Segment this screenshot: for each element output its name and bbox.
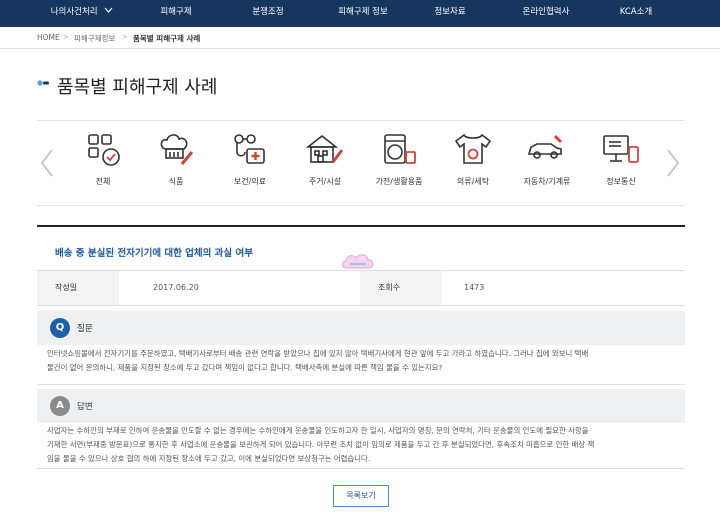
nav-item-label: 피해구제 정보 xyxy=(338,7,388,17)
views-value: 1473 xyxy=(464,283,485,292)
house-icon xyxy=(305,134,344,163)
category-clothing[interactable]: 의류/세탁 xyxy=(440,132,506,187)
nav-item-resources[interactable]: 정보자료 xyxy=(420,0,480,27)
chef-hat-icon xyxy=(160,134,194,165)
washing-machine-icon xyxy=(384,134,416,164)
date-value: 2017.06.20 xyxy=(153,283,199,292)
nav-item-label: 분쟁조정 xyxy=(252,7,284,17)
category-health[interactable]: 보건/의료 xyxy=(217,132,283,187)
date-label: 작성일 xyxy=(37,271,119,305)
nav-item-label: 온라인협력사 xyxy=(522,7,570,17)
question-text-line: 물건이 없어 문의하니, 제품을 지정된 장소에 두고 갔다며 책임이 없다고 … xyxy=(47,363,443,372)
answer-label: 답변 xyxy=(77,402,93,412)
breadcrumb-parent[interactable]: 피해구제정보 xyxy=(74,33,115,44)
nav-item-mediation[interactable]: 분쟁조정 xyxy=(240,0,296,27)
question-badge: Q xyxy=(50,318,70,338)
nav-item-label: 정보자료 xyxy=(434,7,466,17)
cloud-sticker-icon xyxy=(341,254,374,269)
question-header: Q 질문 xyxy=(37,311,685,345)
category-food[interactable]: 식품 xyxy=(143,132,209,187)
category-label: 정보통신 xyxy=(606,177,636,186)
category-label: 주거/시설 xyxy=(308,177,342,186)
medical-kit-icon xyxy=(234,134,265,164)
answer-text-line: 사업자는 수하인의 부재로 인하여 운송물을 인도할 수 없는 경우에는 수하인… xyxy=(47,426,589,435)
category-label: 보건/의료 xyxy=(233,177,267,186)
category-label: 식품 xyxy=(168,177,184,186)
category-label: 자동차/기계류 xyxy=(523,177,571,186)
nav-item-about-kca[interactable]: KCA소개 xyxy=(606,0,666,27)
nav-item-online-partners[interactable]: 온라인협력사 xyxy=(508,0,584,27)
nav-item-my-case[interactable]: 나의사건처리 xyxy=(42,0,122,27)
breadcrumb-separator: > xyxy=(63,33,69,41)
monitor-phone-icon xyxy=(603,135,639,163)
answer-badge: A xyxy=(50,396,70,416)
nav-item-label: 피해구제 xyxy=(160,7,192,17)
category-appliances[interactable]: 가전/생활용품 xyxy=(366,132,432,187)
post-title: 배송 중 분실된 전자기기에 대한 업체의 과실 여부 xyxy=(55,248,253,259)
divider xyxy=(37,468,685,469)
question-label: 질문 xyxy=(77,324,93,334)
answer-header: A 답변 xyxy=(37,389,685,423)
category-all[interactable]: 전체 xyxy=(70,132,136,187)
chevron-left-icon[interactable] xyxy=(40,148,54,178)
views-label: 조회수 xyxy=(360,271,442,305)
page-title: 품목별 피해구제 사례 xyxy=(57,77,218,98)
top-navigation-bar: 나의사건처리 피해구제 분쟁조정 피해구제 정보 정보자료 온라인협력사 KCA… xyxy=(0,0,720,27)
answer-text-line: 기재한 서면(부재중 방문표)으로 통지한 후 사업소에 운송물을 보관하게 되… xyxy=(47,440,595,449)
breadcrumb-current: 품목별 피해구제 사례 xyxy=(133,34,201,43)
breadcrumb-separator: > xyxy=(122,33,128,41)
chevron-down-icon xyxy=(104,7,113,13)
category-housing[interactable]: 주거/시설 xyxy=(292,132,358,187)
post-meta: 작성일 2017.06.20 조회수 1473 xyxy=(37,270,685,306)
question-text-line: 인터넷쇼핑몰에서 전자기기를 주문하였고, 택배기사로부터 배송 관련 연락을 … xyxy=(47,349,589,358)
nav-item-label: KCA소개 xyxy=(619,7,653,17)
car-wrench-icon xyxy=(527,134,563,159)
breadcrumb-home[interactable]: HOME xyxy=(37,33,60,42)
breadcrumb: HOME > 피해구제정보 > 품목별 피해구제 사례 xyxy=(0,27,720,49)
grid-check-icon xyxy=(88,134,120,166)
category-ict[interactable]: 정보통신 xyxy=(588,132,654,187)
title-bullet-icon xyxy=(37,80,49,86)
nav-item-label: 나의사건처리 xyxy=(50,7,98,17)
chevron-right-icon[interactable] xyxy=(666,148,680,178)
category-label: 의류/세탁 xyxy=(456,177,490,186)
category-vehicles[interactable]: 자동차/기계류 xyxy=(514,132,580,187)
answer-text-line: 임을 물을 수 있으나 상호 협의 하에 지정된 장소에 두고 갔고, 이에 분… xyxy=(47,454,371,463)
list-view-button[interactable]: 목록보기 xyxy=(333,485,389,507)
tshirt-icon xyxy=(454,133,492,164)
answer-body: 사업자는 수하인의 부재로 인하여 운송물을 인도할 수 없는 경우에는 수하인… xyxy=(37,424,685,466)
nav-item-relief-info[interactable]: 피해구제 정보 xyxy=(325,0,401,27)
divider xyxy=(37,384,685,385)
category-label: 전체 xyxy=(95,177,111,186)
category-label: 가전/생활용품 xyxy=(375,177,423,186)
question-body: 인터넷쇼핑몰에서 전자기기를 주문하였고, 택배기사로부터 배송 관련 연락을 … xyxy=(37,347,685,375)
nav-item-relief[interactable]: 피해구제 xyxy=(148,0,204,27)
